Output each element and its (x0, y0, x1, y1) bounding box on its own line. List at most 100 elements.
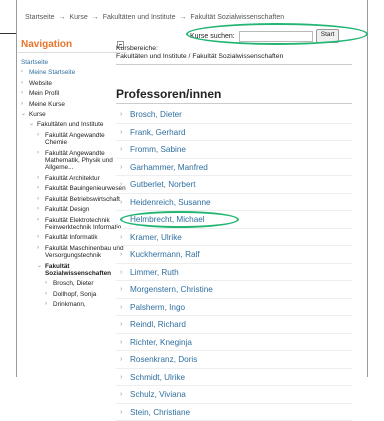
chevron-right-icon: › (120, 246, 122, 264)
nav-item-faculty[interactable]: ›Fakultät Bauingenieurwesen (18, 185, 127, 192)
nav-item-faculty[interactable]: ›Fakultät Elektrotechnik Feinwerktechnik… (18, 217, 127, 232)
chevron-right-icon: › (120, 141, 122, 159)
professor-name: Heidenreich, Susanne (130, 198, 211, 207)
divider (116, 103, 352, 104)
chevron-right-icon: › (120, 369, 122, 387)
nav-item-professor[interactable]: ›Drinkmann, (18, 301, 127, 308)
nav-item-my-courses[interactable]: ›Meine Kurse (18, 101, 127, 108)
chevron-right-icon: › (120, 334, 122, 352)
professor-link[interactable]: ›Schmidt, Ulrike (116, 369, 352, 387)
nav-item-faculty[interactable]: ›Fakultät Maschinenbau und Versorgungste… (18, 245, 127, 260)
chevron-right-icon: › (37, 175, 39, 182)
professor-link[interactable]: › Stein, Christiane (116, 404, 352, 421)
professor-link[interactable]: ›Palsherm, Ingo (116, 299, 352, 317)
nav-item-label: Fakultät Design (45, 206, 89, 213)
chevron-right-icon: › (120, 386, 122, 404)
chevron-right-icon: › (120, 176, 122, 194)
breadcrumb-home[interactable]: Startseite (25, 14, 55, 21)
professor-link[interactable]: › Kuckhermann, Ralf (116, 246, 352, 264)
nav-item-current-faculty[interactable]: ⌄Fakultät Sozialwissenschaften (18, 263, 127, 278)
professor-name: Limmer, Ruth (130, 268, 179, 277)
professor-link[interactable]: › Rosenkranz, Doris (116, 351, 352, 369)
chevron-right-icon: › (120, 281, 122, 299)
nav-item-label: Fakultät Sozialwissenschaften (45, 263, 111, 277)
professor-link[interactable]: › Limmer, Ruth (116, 264, 352, 282)
breadcrumb-courses[interactable]: Kurse (69, 14, 87, 21)
chevron-right-icon: › (45, 291, 47, 298)
nav-item-faculties[interactable]: ⌄Fakultäten und Institute (18, 121, 127, 128)
nav-item-label: Website (29, 80, 52, 87)
navigation-tree: Startseite ▫Meine Startseite ›Website ›M… (18, 59, 127, 309)
chevron-right-icon: › (120, 404, 122, 421)
breadcrumb-separator: → (92, 14, 99, 21)
course-categories-path: Fakultäten und Institute / Fakultät Sozi… (116, 53, 283, 60)
chevron-right-icon: › (120, 351, 122, 369)
nav-item-professor[interactable]: ›Brosch, Dieter (18, 280, 127, 287)
professor-name: Kuckhermann, Ralf (130, 250, 200, 259)
nav-item-faculty[interactable]: ›Fakultät Angewandte Mathematik, Physik … (18, 150, 127, 172)
professor-name: Schulz, Viviana (130, 390, 186, 399)
professors-heading: Professoren/innen (116, 87, 221, 101)
professor-name: Frank, Gerhard (130, 128, 186, 137)
chevron-right-icon: › (21, 90, 23, 97)
professor-name: Stein, Christiane (130, 408, 190, 417)
nav-item-label: Meine Startseite (29, 69, 75, 76)
breadcrumb-faculties[interactable]: Fakultäten und Institute (103, 14, 176, 21)
nav-item-label: Mein Profil (29, 90, 59, 97)
nav-item-label: Fakultät Angewandte Chemie (45, 132, 105, 146)
nav-item-faculty[interactable]: ›Fakultät Angewandte Chemie (18, 132, 127, 147)
professor-link[interactable]: › Kramer, Ulrike (116, 229, 352, 247)
nav-item-faculty[interactable]: › Fakultät Informatik (18, 234, 127, 241)
professor-link[interactable]: › Gutberlet, Norbert (116, 176, 352, 194)
nav-item-faculty[interactable]: ›Fakultät Betriebswirtschaft (18, 196, 127, 203)
professor-link[interactable]: › Schulz, Viviana (116, 386, 352, 404)
professor-link[interactable]: ›Heidenreich, Susanne (116, 194, 352, 212)
nav-item-label: Meine Kurse (29, 101, 65, 108)
breadcrumb-separator: → (59, 14, 66, 21)
chevron-right-icon: › (45, 301, 47, 308)
nav-item-label: Fakultäten und Institute (37, 121, 103, 128)
professor-link[interactable]: › Garhammer, Manfred (116, 159, 352, 177)
chevron-right-icon: › (37, 206, 39, 213)
breadcrumb: Startseite → Kurse → Fakultäten und Inst… (25, 14, 286, 21)
nav-item-label: Kurse (29, 111, 46, 118)
professor-name: Garhammer, Manfred (130, 163, 208, 172)
chevron-right-icon: › (37, 234, 39, 241)
chevron-right-icon: › (120, 229, 122, 247)
navigation-title: Navigation (21, 39, 72, 50)
nav-item-label: Fakultät Angewandte Mathematik, Physik u… (45, 150, 113, 172)
nav-item-courses[interactable]: ⌄Kurse (18, 111, 127, 118)
nav-item-profile[interactable]: › Mein Profil (18, 90, 127, 97)
chevron-right-icon: › (45, 280, 47, 287)
professor-name: Rosenkranz, Doris (130, 355, 197, 364)
chevron-right-icon: › (37, 185, 39, 192)
course-categories-label: Kursbereiche: (116, 45, 158, 52)
professor-name: Kramer, Ulrike (130, 233, 182, 242)
professor-link[interactable]: ›Brosch, Dieter (116, 106, 352, 124)
navigation-header: Navigation (18, 36, 127, 53)
professor-link[interactable]: ›Frank, Gerhard (116, 124, 352, 142)
professor-link[interactable]: ›Richter, Kneginja (116, 334, 352, 352)
breadcrumb-current: Fakultät Sozialwissenschaften (190, 14, 284, 21)
nav-item-professor[interactable]: ›Dollhopf, Sonja (18, 291, 127, 298)
chevron-right-icon: › (120, 299, 122, 317)
chevron-down-icon: ⌄ (21, 111, 26, 118)
chevron-right-icon: › (120, 159, 122, 177)
nav-item-site[interactable]: ›Website (18, 80, 127, 87)
nav-item-label: Fakultät Architektur (45, 175, 100, 182)
professor-link[interactable]: ›Fromm, Sabine (116, 141, 352, 159)
professor-name: Gutberlet, Norbert (130, 180, 196, 189)
chevron-down-icon: ⌄ (37, 263, 42, 270)
highlight-ellipse (120, 211, 239, 228)
professor-link[interactable]: ›Reindl, Richard (116, 316, 352, 334)
chevron-right-icon: › (120, 264, 122, 282)
nav-item-faculty[interactable]: › Fakultät Architektur (18, 175, 127, 182)
chevron-right-icon: › (120, 316, 122, 334)
nav-item-my-home[interactable]: ▫Meine Startseite (18, 69, 127, 76)
nav-item-label: Fakultät Informatik (45, 234, 98, 241)
navigation-block: Navigation Startseite ▫Meine Startseite … (18, 36, 127, 377)
professor-link[interactable]: ›Morgenstern, Christine (116, 281, 352, 299)
nav-item-faculty[interactable]: › Fakultät Design (18, 206, 127, 213)
nav-item-home[interactable]: Startseite (18, 59, 127, 66)
breadcrumb-separator: → (179, 14, 186, 21)
